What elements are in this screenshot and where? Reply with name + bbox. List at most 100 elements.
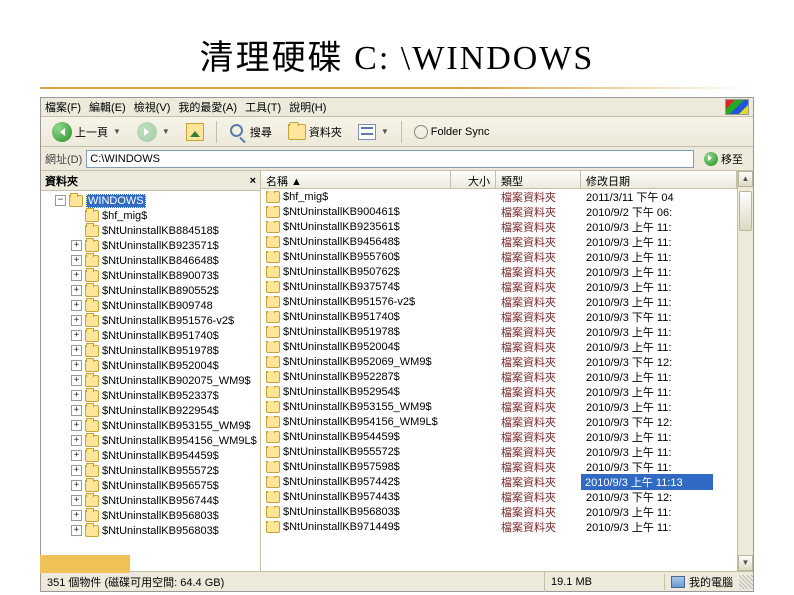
tree-item-label: $NtUninstallKB890073$ [102, 270, 219, 282]
tree-item[interactable]: +$NtUninstallKB952337$ [41, 388, 260, 403]
file-row[interactable]: $hf_mig$檔案資料夾2011/3/11 下午 04 [261, 189, 737, 204]
expand-icon[interactable]: + [71, 330, 82, 341]
folders-button[interactable]: 資料夾 [281, 120, 349, 144]
scroll-down-icon[interactable]: ▼ [738, 555, 753, 571]
file-list[interactable]: $hf_mig$檔案資料夾2011/3/11 下午 04$NtUninstall… [261, 189, 737, 571]
file-row[interactable]: $NtUninstallKB945648$檔案資料夾2010/9/3 上午 11… [261, 234, 737, 249]
expand-icon[interactable]: + [71, 495, 82, 506]
folder-tree[interactable]: −WINDOWS$hf_mig$$NtUninstallKB884518$+$N… [41, 191, 260, 571]
tree-item[interactable]: +$NtUninstallKB951740$ [41, 328, 260, 343]
file-row[interactable]: $NtUninstallKB951740$檔案資料夾2010/9/3 下午 11… [261, 309, 737, 324]
file-row[interactable]: $NtUninstallKB954156_WM9L$檔案資料夾2010/9/3 … [261, 414, 737, 429]
file-row[interactable]: $NtUninstallKB937574$檔案資料夾2010/9/3 上午 11… [261, 279, 737, 294]
col-name[interactable]: 名稱 ▲ [261, 171, 451, 188]
file-date: 2010/9/3 上午 11: [581, 249, 713, 265]
expand-icon[interactable]: + [71, 465, 82, 476]
file-row[interactable]: $NtUninstallKB956803$檔案資料夾2010/9/3 上午 11… [261, 504, 737, 519]
file-row[interactable]: $NtUninstallKB953155_WM9$檔案資料夾2010/9/3 上… [261, 399, 737, 414]
expand-icon[interactable]: + [71, 390, 82, 401]
expand-icon[interactable]: + [71, 420, 82, 431]
tree-item[interactable]: +$NtUninstallKB954459$ [41, 448, 260, 463]
up-button[interactable] [179, 120, 211, 144]
forward-button[interactable]: ▼ [130, 120, 177, 144]
tree-item[interactable]: + $NtUninstallKB890073$ [41, 268, 260, 283]
menu-view[interactable]: 檢視(V) [134, 99, 171, 115]
file-row[interactable]: $NtUninstallKB923561$檔案資料夾2010/9/3 上午 11… [261, 219, 737, 234]
tree-item[interactable]: +$NtUninstallKB955572$ [41, 463, 260, 478]
expand-icon[interactable]: + [71, 315, 82, 326]
file-date: 2010/9/3 上午 11: [581, 294, 713, 310]
expand-icon[interactable]: + [71, 405, 82, 416]
expand-icon[interactable]: + [71, 450, 82, 461]
file-name: $NtUninstallKB951978$ [283, 326, 400, 338]
go-button[interactable]: 移至 [698, 150, 749, 168]
file-row[interactable]: $NtUninstallKB954459$檔案資料夾2010/9/3 上午 11… [261, 429, 737, 444]
tree-item[interactable]: +$NtUninstallKB846648$ [41, 253, 260, 268]
tree-item[interactable]: +$NtUninstallKB956803$ [41, 523, 260, 538]
expand-icon[interactable]: + [71, 255, 82, 266]
col-date[interactable]: 修改日期 [581, 171, 737, 188]
tree-item[interactable]: +$NtUninstallKB952004$ [41, 358, 260, 373]
expand-icon[interactable]: + [71, 360, 82, 371]
file-row[interactable]: $NtUninstallKB957442$檔案資料夾2010/9/3 上午 11… [261, 474, 737, 489]
tree-item[interactable]: +$NtUninstallKB951576-v2$ [41, 313, 260, 328]
file-row[interactable]: $NtUninstallKB955572$檔案資料夾2010/9/3 上午 11… [261, 444, 737, 459]
expand-icon[interactable]: + [71, 300, 82, 311]
tree-item[interactable]: +$NtUninstallKB956744$ [41, 493, 260, 508]
resize-grip[interactable] [739, 575, 753, 589]
collapse-icon[interactable]: − [55, 195, 66, 206]
expand-icon[interactable]: + [71, 270, 82, 281]
scroll-up-icon[interactable]: ▲ [738, 171, 753, 187]
menu-file[interactable]: 檔案(F) [45, 99, 81, 115]
file-row[interactable]: $NtUninstallKB952069_WM9$檔案資料夾2010/9/3 下… [261, 354, 737, 369]
expand-icon[interactable]: + [71, 375, 82, 386]
expand-icon[interactable]: + [71, 240, 82, 251]
scrollbar-vertical[interactable]: ▲ ▼ [737, 171, 753, 571]
address-input[interactable] [86, 150, 694, 168]
expand-icon[interactable]: + [71, 435, 82, 446]
expand-icon[interactable]: + [71, 285, 82, 296]
file-row[interactable]: $NtUninstallKB900461$檔案資料夾2010/9/2 下午 06… [261, 204, 737, 219]
file-row[interactable]: $NtUninstallKB971449$檔案資料夾2010/9/3 上午 11… [261, 519, 737, 534]
file-row[interactable]: $NtUninstallKB950762$檔案資料夾2010/9/3 上午 11… [261, 264, 737, 279]
folder-sync-button[interactable]: Folder Sync [407, 120, 497, 144]
file-row[interactable]: $NtUninstallKB951978$檔案資料夾2010/9/3 上午 11… [261, 324, 737, 339]
tree-item[interactable]: +$NtUninstallKB909748 [41, 298, 260, 313]
file-row[interactable]: $NtUninstallKB952954$檔案資料夾2010/9/3 上午 11… [261, 384, 737, 399]
tree-item[interactable]: +$NtUninstallKB890552$ [41, 283, 260, 298]
tree-item[interactable]: +$NtUninstallKB922954$ [41, 403, 260, 418]
views-button[interactable]: ▼ [351, 120, 396, 144]
expand-icon[interactable]: + [71, 510, 82, 521]
tree-item[interactable]: +$NtUninstallKB902075_WM9$ [41, 373, 260, 388]
menu-tools[interactable]: 工具(T) [245, 99, 281, 115]
close-pane-button[interactable]: × [250, 175, 256, 187]
tree-item[interactable]: +$NtUninstallKB953155_WM9$ [41, 418, 260, 433]
tree-root[interactable]: −WINDOWS [41, 193, 260, 208]
file-row[interactable]: $NtUninstallKB952004$檔案資料夾2010/9/3 上午 11… [261, 339, 737, 354]
tree-item[interactable]: $hf_mig$ [41, 208, 260, 223]
tree-item[interactable]: $NtUninstallKB884518$ [41, 223, 260, 238]
tree-item[interactable]: + $NtUninstallKB923571$ [41, 238, 260, 253]
search-button[interactable]: 搜尋 [222, 120, 279, 144]
tree-item[interactable]: +$NtUninstallKB954156_WM9L$ [41, 433, 260, 448]
file-row[interactable]: $NtUninstallKB957598$檔案資料夾2010/9/3 下午 11… [261, 459, 737, 474]
col-size[interactable]: 大小 [451, 171, 496, 188]
file-row[interactable]: $NtUninstallKB952287$檔案資料夾2010/9/3 上午 11… [261, 369, 737, 384]
tree-item-label: $NtUninstallKB923571$ [102, 240, 219, 252]
menu-help[interactable]: 說明(H) [289, 99, 326, 115]
file-row[interactable]: $NtUninstallKB955760$檔案資料夾2010/9/3 上午 11… [261, 249, 737, 264]
back-button[interactable]: 上一頁 ▼ [45, 120, 128, 144]
scroll-thumb[interactable] [739, 191, 752, 231]
col-type[interactable]: 類型 [496, 171, 581, 188]
menu-edit[interactable]: 編輯(E) [89, 99, 126, 115]
tree-item[interactable]: +$NtUninstallKB956803$ [41, 508, 260, 523]
tree-item[interactable]: +$NtUninstallKB951978$ [41, 343, 260, 358]
expand-icon[interactable]: + [71, 345, 82, 356]
expand-icon[interactable]: + [71, 480, 82, 491]
folder-icon [266, 296, 280, 308]
expand-icon[interactable]: + [71, 525, 82, 536]
tree-item[interactable]: +$NtUninstallKB956575$ [41, 478, 260, 493]
menu-favorites[interactable]: 我的最愛(A) [178, 99, 237, 115]
file-row[interactable]: $NtUninstallKB951576-v2$檔案資料夾2010/9/3 上午… [261, 294, 737, 309]
file-row[interactable]: $NtUninstallKB957443$檔案資料夾2010/9/3 下午 12… [261, 489, 737, 504]
